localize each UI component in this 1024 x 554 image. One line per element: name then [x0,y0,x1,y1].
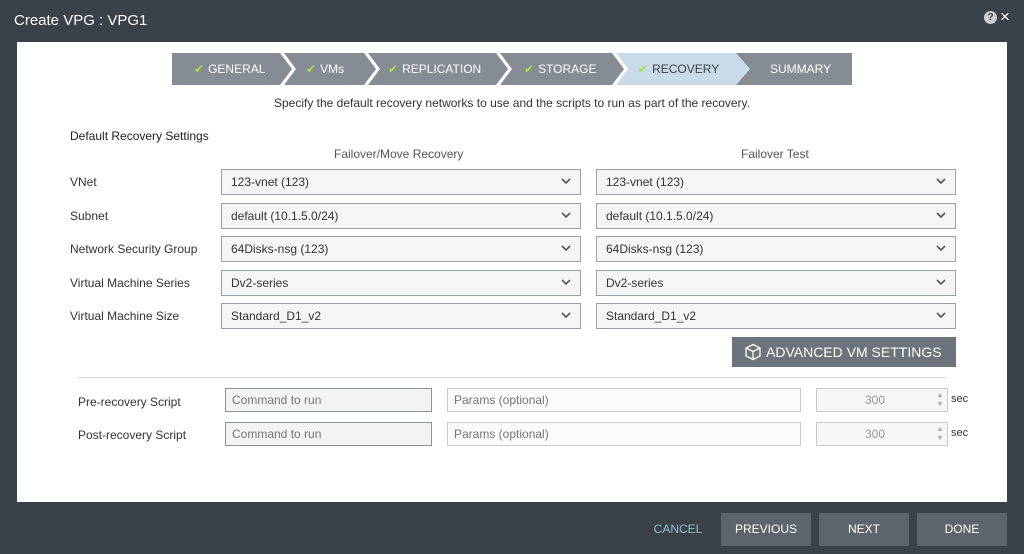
select-value: Dv2-series [606,276,664,290]
select-value: Standard_D1_v2 [231,309,322,323]
check-icon: ✔ [638,62,649,76]
step-storage[interactable]: ✔ STORAGE [500,53,624,85]
row-label-nsg: Network Security Group [70,242,198,256]
column-header-test: Failover Test [741,147,809,161]
instructions-text: Specify the default recovery networks to… [273,96,750,110]
row-label-vm-series: Virtual Machine Series [70,276,190,290]
select-value: 123-vnet (123) [606,175,685,189]
chevron-down-icon [936,178,946,185]
step-label: GENERAL [208,62,266,76]
chevron-down-icon [936,279,946,286]
chevron-down-icon [936,212,946,219]
divider [78,377,946,378]
help-icon[interactable]: ? [984,11,997,24]
check-icon: ✔ [388,62,399,76]
advanced-vm-settings-button[interactable]: ADVANCED VM SETTINGS [732,337,956,367]
post-recovery-script-label: Post-recovery Script [78,428,187,442]
done-button[interactable]: DONE [917,513,1007,546]
pre-recovery-unit: sec [951,393,969,405]
chevron-down-icon [561,212,571,219]
step-vms[interactable]: ✔ VMs [284,53,376,85]
spin-down-icon[interactable]: ▼ [935,434,945,443]
step-label: VMs [320,62,345,76]
step-label: REPLICATION [402,62,482,76]
vm-series-test-select[interactable]: Dv2-series [596,270,956,296]
post-recovery-params-input[interactable] [447,422,801,446]
spin-down-icon[interactable]: ▼ [935,400,945,409]
section-title: Default Recovery Settings [70,129,209,143]
column-header-failover: Failover/Move Recovery [334,147,464,161]
step-summary[interactable]: SUMMARY [736,53,852,85]
row-label-subnet: Subnet [70,209,109,223]
timeout-value: 300 [864,427,885,441]
chevron-down-icon [561,178,571,185]
pre-recovery-params-input[interactable] [447,388,801,412]
select-value: 64Disks-nsg (123) [606,242,704,256]
subnet-failover-select[interactable]: default (10.1.5.0/24) [221,203,581,229]
row-label-vnet: VNet [70,175,97,189]
vm-size-failover-select[interactable]: Standard_D1_v2 [221,303,581,329]
pre-recovery-timeout-stepper[interactable]: 300 ▲ ▼ [816,388,948,412]
select-value: 123-vnet (123) [231,175,310,189]
nsg-failover-select[interactable]: 64Disks-nsg (123) [221,236,581,262]
wizard-steps: ✔ GENERAL ✔ VMs ✔ REPLICATION ✔ STORAGE ✔ REC… [172,53,852,85]
chevron-down-icon [936,245,946,252]
subnet-test-select[interactable]: default (10.1.5.0/24) [596,203,956,229]
select-value: Dv2-series [231,276,289,290]
chevron-down-icon [561,245,571,252]
vm-series-failover-select[interactable]: Dv2-series [221,270,581,296]
vnet-test-select[interactable]: 123-vnet (123) [596,169,956,195]
select-value: 64Disks-nsg (123) [231,242,329,256]
step-replication[interactable]: ✔ REPLICATION [368,53,508,85]
check-icon: ✔ [524,62,535,76]
select-value: default (10.1.5.0/24) [231,209,339,223]
chevron-down-icon [936,312,946,319]
spin-up-icon[interactable]: ▲ [935,425,945,434]
post-recovery-unit: sec [951,427,969,439]
spin-up-icon[interactable]: ▲ [935,391,945,400]
check-icon: ✔ [306,62,317,76]
step-label: RECOVERY [652,62,720,76]
title-bar: Create VPG : VPG1 ? × [0,0,1024,42]
vnet-failover-select[interactable]: 123-vnet (123) [221,169,581,195]
select-value: default (10.1.5.0/24) [606,209,714,223]
chevron-down-icon [561,312,571,319]
advanced-vm-settings-label: ADVANCED VM SETTINGS [766,344,942,360]
post-recovery-command-input[interactable] [225,422,432,446]
next-button[interactable]: NEXT [819,513,909,546]
select-value: Standard_D1_v2 [606,309,697,323]
cube-icon [745,343,761,361]
step-recovery[interactable]: ✔ RECOVERY [616,53,750,85]
row-label-vm-size: Virtual Machine Size [70,309,180,323]
step-label: STORAGE [538,62,597,76]
close-icon[interactable]: × [1000,7,1010,27]
timeout-value: 300 [864,393,885,407]
chevron-down-icon [561,279,571,286]
step-general[interactable]: ✔ GENERAL [172,53,292,85]
check-icon: ✔ [194,62,205,76]
pre-recovery-script-label: Pre-recovery Script [78,395,181,409]
previous-button[interactable]: PREVIOUS [721,513,811,546]
step-label: SUMMARY [770,62,832,76]
vm-size-test-select[interactable]: Standard_D1_v2 [596,303,956,329]
post-recovery-timeout-stepper[interactable]: 300 ▲ ▼ [816,422,948,446]
window-title: Create VPG : VPG1 [14,12,148,29]
pre-recovery-command-input[interactable] [225,388,432,412]
nsg-test-select[interactable]: 64Disks-nsg (123) [596,236,956,262]
cancel-button[interactable]: CANCEL [648,513,708,546]
